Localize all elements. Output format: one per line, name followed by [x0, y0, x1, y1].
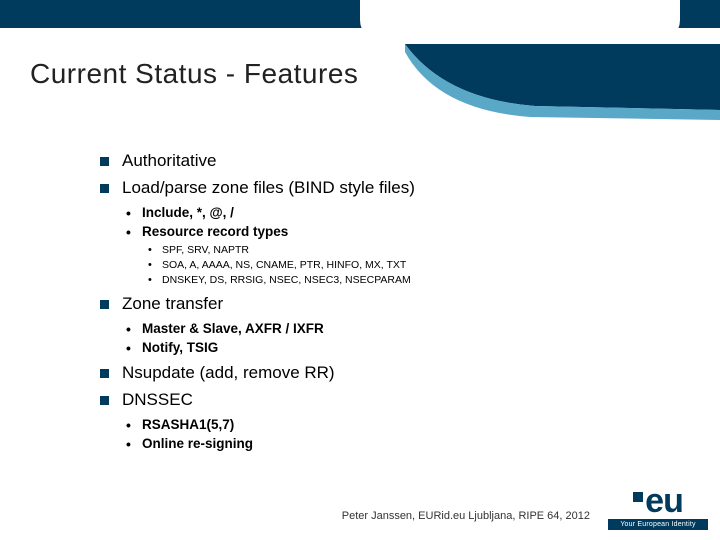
- bullet-text: Resource record types: [142, 224, 288, 239]
- bullet-text: Zone transfer: [122, 294, 223, 313]
- footer-text: Peter Janssen, EURid.eu Ljubljana, RIPE …: [342, 510, 590, 522]
- slide-title: Current Status - Features: [30, 58, 358, 90]
- list-item: Notify, TSIG: [126, 338, 680, 358]
- logo-text: eu: [645, 482, 683, 520]
- list-item: Resource record types SPF, SRV, NAPTR SO…: [126, 222, 680, 288]
- bullet-text: Authoritative: [122, 151, 217, 170]
- header-swoosh: [405, 44, 720, 156]
- list-item: SOA, A, AAAA, NS, CNAME, PTR, HINFO, MX,…: [148, 258, 680, 273]
- bullet-text: Nsupdate (add, remove RR): [122, 363, 335, 382]
- list-item: DNSSEC RSASHA1(5,7) Online re-signing: [100, 389, 680, 454]
- logo-dot-icon: [633, 492, 643, 502]
- list-item: RSASHA1(5,7): [126, 415, 680, 435]
- bullet-text: RSASHA1(5,7): [142, 417, 234, 432]
- bullet-text: Master & Slave, AXFR / IXFR: [142, 321, 324, 336]
- header-notch: [360, 0, 680, 42]
- bullet-text: SPF, SRV, NAPTR: [162, 244, 249, 256]
- list-item: SPF, SRV, NAPTR: [148, 243, 680, 258]
- list-item: DNSKEY, DS, RRSIG, NSEC, NSEC3, NSECPARA…: [148, 273, 680, 288]
- bullet-text: Notify, TSIG: [142, 340, 218, 355]
- bullet-text: DNSKEY, DS, RRSIG, NSEC, NSEC3, NSECPARA…: [162, 274, 411, 286]
- list-item: Authoritative: [100, 150, 680, 173]
- list-item: Nsupdate (add, remove RR): [100, 362, 680, 385]
- list-item: Online re-signing: [126, 434, 680, 454]
- bullet-text: Include, *, @, /: [142, 205, 234, 220]
- list-item: Load/parse zone files (BIND style files)…: [100, 177, 680, 289]
- bullet-text: Online re-signing: [142, 436, 253, 451]
- logo-slogan: Your European Identity: [608, 519, 708, 530]
- list-item: Master & Slave, AXFR / IXFR: [126, 319, 680, 339]
- logo-mark: eu: [633, 482, 683, 520]
- slide-body: Authoritative Load/parse zone files (BIN…: [100, 150, 680, 458]
- bullet-text: DNSSEC: [122, 390, 193, 409]
- list-item: Zone transfer Master & Slave, AXFR / IXF…: [100, 293, 680, 358]
- eu-logo: eu Your European Identity: [608, 486, 708, 530]
- list-item: Include, *, @, /: [126, 203, 680, 223]
- bullet-text: SOA, A, AAAA, NS, CNAME, PTR, HINFO, MX,…: [162, 259, 406, 271]
- bullet-text: Load/parse zone files (BIND style files): [122, 178, 415, 197]
